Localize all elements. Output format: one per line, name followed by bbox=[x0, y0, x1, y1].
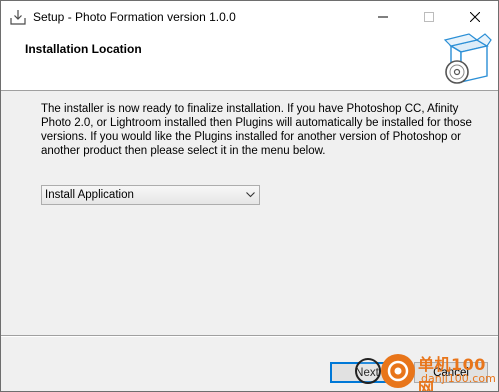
dropdown-selected-value: Install Application bbox=[45, 189, 134, 201]
minimize-icon bbox=[378, 16, 388, 17]
maximize-button[interactable] bbox=[406, 1, 452, 32]
chevron-down-icon[interactable] bbox=[241, 192, 259, 198]
installer-download-icon bbox=[9, 8, 27, 26]
page-title: Installation Location bbox=[25, 42, 142, 56]
watermark-url: danji100.com bbox=[421, 372, 496, 385]
button-bar-divider bbox=[1, 335, 498, 337]
window-title: Setup - Photo Formation version 1.0.0 bbox=[33, 9, 236, 24]
close-button[interactable] bbox=[452, 1, 498, 32]
wizard-content: The installer is now ready to finalize i… bbox=[1, 91, 498, 335]
setup-window: Setup - Photo Formation version 1.0.0 In… bbox=[0, 0, 499, 392]
window-controls bbox=[360, 1, 498, 32]
click-indicator bbox=[355, 358, 381, 384]
wizard-header: Installation Location bbox=[1, 32, 498, 91]
software-box-cd-icon bbox=[437, 32, 493, 90]
instructions-text: The installer is now ready to finalize i… bbox=[41, 103, 472, 157]
maximize-icon bbox=[424, 11, 434, 22]
close-icon bbox=[470, 11, 480, 22]
title-bar[interactable]: Setup - Photo Formation version 1.0.0 bbox=[1, 1, 498, 32]
install-target-dropdown[interactable]: Install Application bbox=[41, 185, 260, 205]
minimize-button[interactable] bbox=[360, 1, 406, 32]
watermark: 单机100网 danji100.com bbox=[381, 350, 498, 391]
watermark-logo-icon bbox=[381, 354, 415, 388]
